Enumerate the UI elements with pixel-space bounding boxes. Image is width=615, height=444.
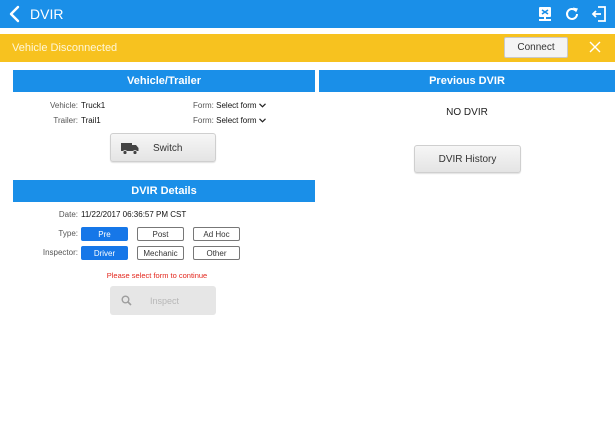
form-label: Form: [193,116,214,125]
date-label: Date: [58,210,78,219]
trailer-form-select[interactable]: Form: Select form [193,116,266,125]
form-value: Select form [216,116,257,125]
inspector-option-mechanic[interactable]: Mechanic [137,246,184,260]
dvir-details-header: DVIR Details [13,180,315,202]
chevron-down-icon [258,103,266,108]
type-option-pre[interactable]: Pre [81,227,128,241]
alert-message: Vehicle Disconnected [12,42,118,54]
page-title: DVIR [30,6,64,22]
form-label: Form: [193,101,214,110]
search-icon [121,295,132,306]
vehicle-value: Truck1 [81,101,106,110]
vehicle-device-icon[interactable] [536,5,554,23]
type-label: Type: [58,229,78,238]
inspect-label: Inspect [150,296,180,306]
logout-icon[interactable] [590,5,608,23]
type-option-post[interactable]: Post [137,227,184,241]
trailer-value: Trail1 [81,116,101,125]
connect-button[interactable]: Connect [504,37,568,58]
switch-label: Switch [153,143,183,154]
vehicle-label: Vehicle: [49,101,78,110]
dvir-history-button[interactable]: DVIR History [414,145,521,173]
refresh-icon[interactable] [563,5,581,23]
truck-icon [121,143,139,155]
no-dvir-text: NO DVIR [446,107,488,118]
trailer-label: Trailer: [53,116,78,125]
type-option-ad-hoc[interactable]: Ad Hoc [193,227,240,241]
form-value: Select form [216,101,257,110]
inspector-option-driver[interactable]: Driver [81,246,128,260]
vehicle-trailer-header: Vehicle/Trailer [13,70,315,92]
previous-dvir-header: Previous DVIR [319,70,615,92]
inspector-option-other[interactable]: Other [193,246,240,260]
screen: DVIR Vehicle Disconnected Connect Vehicl… [0,0,615,444]
close-icon[interactable] [588,40,602,54]
app-bar: DVIR [0,0,615,28]
back-arrow-icon[interactable] [6,4,24,24]
inspect-button[interactable]: Inspect [110,286,216,315]
select-form-warning: Please select form to continue [106,271,208,280]
inspector-label: Inspector: [42,248,78,257]
chevron-down-icon [258,118,266,123]
vehicle-form-select[interactable]: Form: Select form [193,101,266,110]
switch-button[interactable]: Switch [110,133,216,162]
date-value: 11/22/2017 06:36:57 PM CST [81,210,187,219]
